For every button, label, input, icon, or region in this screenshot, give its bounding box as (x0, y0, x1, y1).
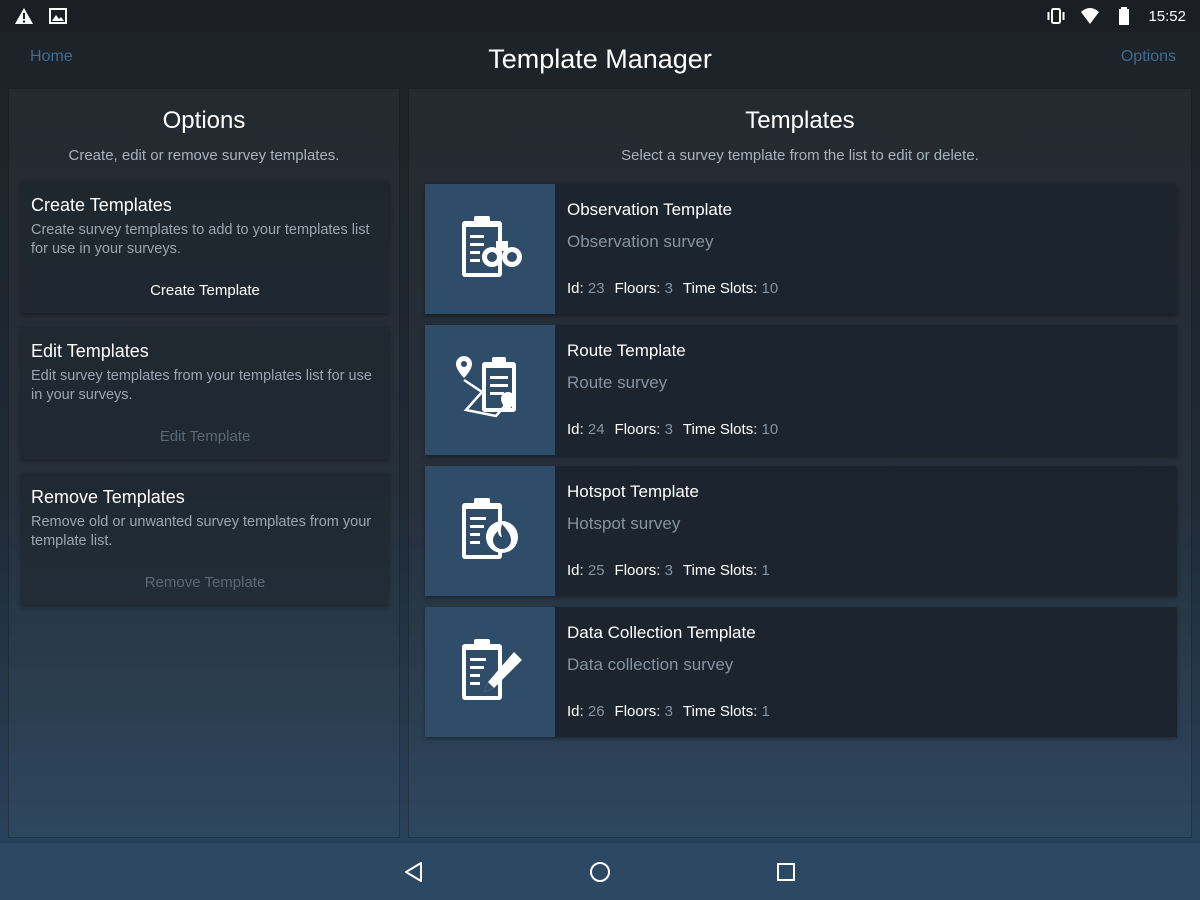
remove-templates-card: Remove Templates Remove old or unwanted … (21, 473, 389, 605)
template-meta: Id: 23 Floors: 3 Time Slots: 10 (567, 280, 778, 297)
edit-template-button[interactable]: Edit Template (21, 428, 389, 445)
create-templates-title: Create Templates (31, 195, 172, 215)
clipboard-route-icon (456, 356, 516, 418)
edit-templates-title: Edit Templates (31, 341, 149, 361)
template-name: Hotspot Template (567, 482, 699, 501)
id-value: 25 (587, 562, 605, 579)
template-name: Data Collection Template (567, 623, 756, 642)
home-button[interactable] (582, 854, 618, 890)
template-description: Hotspot survey (567, 514, 681, 533)
template-name: Observation Template (567, 200, 733, 219)
floors-value: 3 (664, 703, 673, 720)
image-icon (49, 8, 67, 24)
template-item-observation[interactable]: Observation Template Observation survey … (425, 184, 1177, 314)
create-templates-card: Create Templates Create survey templates… (21, 181, 389, 313)
floors-label: Floors: (614, 421, 661, 438)
template-item-data-collection[interactable]: Data Collection Template Data collection… (425, 607, 1177, 737)
id-label: Id: (567, 562, 584, 579)
id-value: 24 (587, 421, 605, 438)
template-item-route[interactable]: Route Template Route survey Id: 24 Floor… (425, 325, 1177, 455)
time-slots-label: Time Slots: (682, 703, 758, 720)
floors-label: Floors: (614, 562, 661, 579)
options-link[interactable]: Options (1121, 48, 1176, 66)
back-button[interactable] (396, 854, 432, 890)
status-bar: 15:52 (0, 0, 1200, 32)
id-value: 26 (587, 703, 605, 720)
templates-panel-title: Templates (745, 107, 855, 134)
recents-button[interactable] (768, 854, 804, 890)
template-thumbnail (425, 325, 555, 455)
options-panel: Options Create, edit or remove survey te… (8, 88, 400, 838)
create-template-button[interactable]: Create Template (21, 282, 389, 299)
id-value: 23 (587, 280, 605, 297)
template-meta: Id: 25 Floors: 3 Time Slots: 1 (567, 562, 770, 579)
battery-icon (1119, 7, 1130, 25)
id-label: Id: (567, 421, 584, 438)
app-header: Home Template Manager Options (0, 32, 1200, 86)
wifi-icon (1081, 8, 1100, 24)
page-title: Template Manager (488, 43, 712, 74)
floors-label: Floors: (614, 280, 661, 297)
time-slots-value: 1 (761, 562, 770, 579)
time-slots-value: 10 (761, 280, 779, 297)
floors-value: 3 (664, 421, 673, 438)
template-description: Observation survey (567, 232, 714, 251)
template-name: Route Template (567, 341, 686, 360)
remove-templates-description: Remove old or unwanted survey templates … (31, 514, 372, 549)
floors-label: Floors: (614, 703, 661, 720)
remove-template-button[interactable]: Remove Template (21, 574, 389, 591)
time-slots-value: 1 (761, 703, 770, 720)
create-templates-description: Create survey templates to add to your t… (31, 222, 370, 257)
time-slots-label: Time Slots: (682, 421, 758, 438)
edit-templates-card: Edit Templates Edit survey templates fro… (21, 327, 389, 459)
back-icon (405, 861, 422, 882)
templates-panel-subtitle: Select a survey template from the list t… (621, 147, 979, 164)
warning-icon (15, 8, 33, 24)
status-time: 15:52 (1148, 7, 1186, 25)
time-slots-label: Time Slots: (682, 280, 758, 297)
clipboard-binoculars-icon (462, 216, 522, 277)
floors-value: 3 (664, 280, 673, 297)
floors-value: 3 (664, 562, 673, 579)
template-meta: Id: 24 Floors: 3 Time Slots: 10 (567, 421, 778, 438)
recents-icon (777, 862, 795, 881)
id-label: Id: (567, 703, 584, 720)
template-thumbnail (425, 607, 555, 737)
template-thumbnail (425, 466, 555, 596)
time-slots-label: Time Slots: (682, 562, 758, 579)
clipboard-flame-icon (462, 498, 518, 559)
remove-templates-title: Remove Templates (31, 487, 185, 507)
template-description: Data collection survey (567, 655, 734, 674)
clipboard-pen-icon (462, 639, 522, 700)
options-panel-title: Options (162, 107, 246, 134)
time-slots-value: 10 (761, 421, 779, 438)
home-icon (590, 861, 610, 882)
template-description: Route survey (567, 373, 668, 392)
templates-panel: Templates Select a survey template from … (408, 88, 1192, 838)
edit-templates-description: Edit survey templates from your template… (31, 368, 372, 403)
template-item-hotspot[interactable]: Hotspot Template Hotspot survey Id: 25 F… (425, 466, 1177, 596)
template-thumbnail (425, 184, 555, 314)
options-panel-subtitle: Create, edit or remove survey templates. (68, 147, 340, 164)
id-label: Id: (567, 280, 584, 297)
system-nav-bar (0, 843, 1200, 900)
home-link[interactable]: Home (30, 48, 73, 66)
vibrate-icon (1047, 8, 1065, 24)
template-meta: Id: 26 Floors: 3 Time Slots: 1 (567, 703, 770, 720)
